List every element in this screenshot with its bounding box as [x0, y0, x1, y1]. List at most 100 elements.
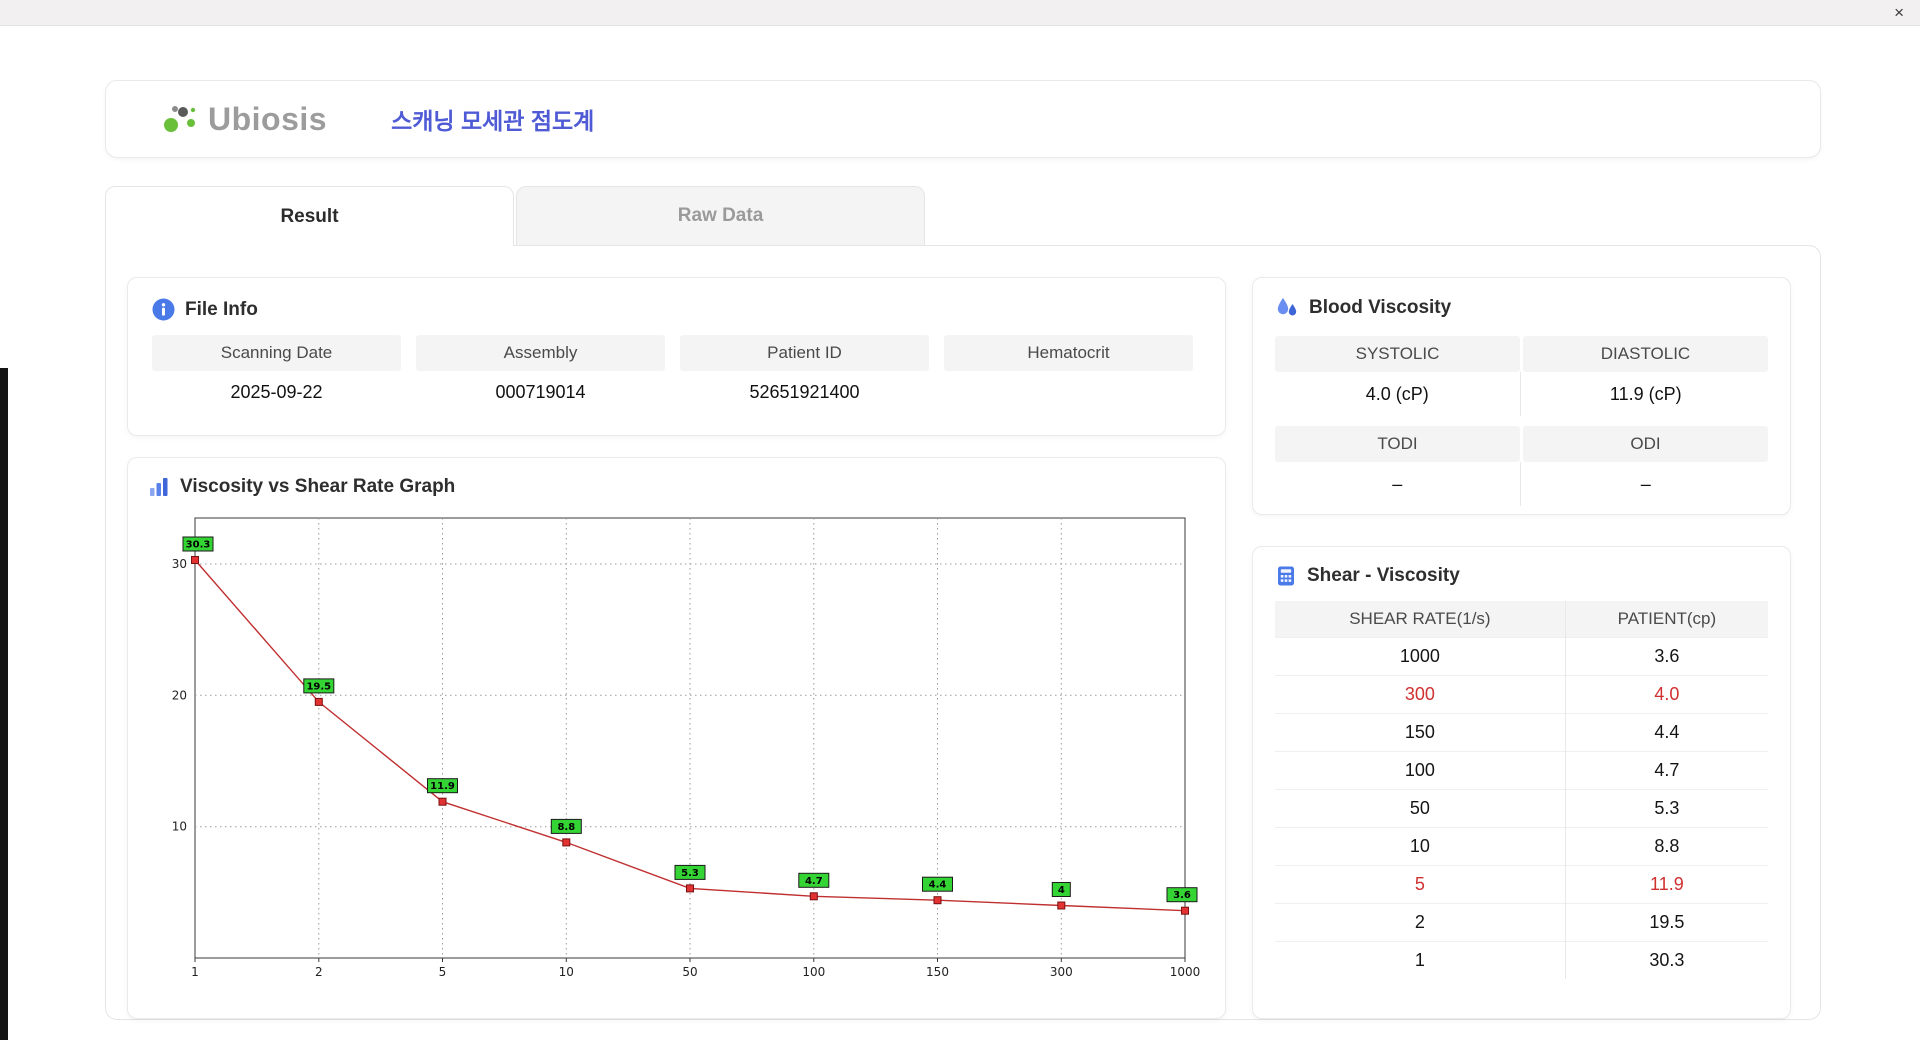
file-info-title-row: File Info	[152, 298, 1201, 321]
table-cell: 4.7	[1565, 750, 1768, 789]
svg-text:100: 100	[802, 965, 825, 979]
file-info-field: Patient ID 52651921400	[680, 335, 929, 413]
table-column-header: PATIENT(cp)	[1565, 601, 1768, 637]
bv-row-gap	[1275, 416, 1768, 426]
svg-text:5: 5	[439, 965, 447, 979]
table-row: 5 11.9	[1275, 864, 1768, 903]
bv-value: –	[1640, 473, 1651, 494]
field-label: Scanning Date	[152, 335, 401, 371]
calculator-icon	[1275, 565, 1297, 587]
field-value: 52651921400	[749, 381, 860, 402]
table-cell: 10	[1275, 826, 1566, 865]
app-window: Ubiosis 스캐닝 모세관 점도계 Result Raw Data File …	[8, 26, 1920, 1034]
window-titlebar: ×	[0, 0, 1920, 26]
table-cell: 4.4	[1565, 712, 1768, 751]
svg-text:3.6: 3.6	[1173, 890, 1191, 901]
droplets-icon	[1275, 296, 1299, 320]
desktop-background-strip	[0, 368, 8, 1040]
table-cell: 50	[1275, 788, 1566, 827]
tabs: Result Raw Data	[105, 186, 925, 246]
svg-text:10: 10	[172, 820, 187, 834]
bv-label-row: TODI ODI	[1275, 426, 1768, 462]
svg-text:30: 30	[172, 557, 187, 571]
table-row: 10 8.8	[1275, 826, 1768, 865]
bar-chart-icon	[148, 476, 170, 498]
table-cell: 19.5	[1565, 902, 1768, 941]
table-row: 1 30.3	[1275, 940, 1768, 979]
graph-title-row: Viscosity vs Shear Rate Graph	[148, 476, 1205, 498]
bv-label: SYSTOLIC	[1275, 336, 1520, 372]
app-title: 스캐닝 모세관 점도계	[391, 108, 595, 134]
svg-text:8.8: 8.8	[557, 822, 575, 833]
svg-text:11.9: 11.9	[430, 781, 455, 792]
field-value	[944, 371, 1193, 413]
shear-viscosity-title: Shear - Viscosity	[1307, 565, 1460, 586]
bv-label-row: SYSTOLIC DIASTOLIC	[1275, 336, 1768, 372]
file-info-field: Assembly 000719014	[416, 335, 665, 413]
graph-title: Viscosity vs Shear Rate Graph	[180, 476, 456, 497]
svg-text:50: 50	[682, 965, 697, 979]
header-card: Ubiosis 스캐닝 모세관 점도계	[105, 80, 1821, 158]
viscosity-chart: 10 20 30 1 2 5 10 50 100 150 300 1000 30.3 19.5 11.9 8.…	[148, 506, 1205, 1006]
info-icon	[152, 298, 175, 321]
table-row: 1000 3.6	[1275, 636, 1768, 675]
file-info-field: Scanning Date 2025-09-22	[152, 335, 401, 413]
tab-raw-data[interactable]: Raw Data	[516, 186, 925, 245]
table-cell: 2	[1275, 902, 1566, 941]
table-cell: 8.8	[1565, 826, 1768, 865]
svg-text:30.3: 30.3	[186, 540, 211, 551]
svg-text:5.3: 5.3	[681, 868, 699, 879]
table-cell: 1000	[1275, 636, 1566, 675]
shear-viscosity-table: SHEAR RATE(1/s) PATIENT(cp) 1000 3.6 300 4.0…	[1275, 601, 1768, 979]
table-row: 150 4.4	[1275, 712, 1768, 751]
table-cell: 5.3	[1565, 788, 1768, 827]
field-label: Patient ID	[680, 335, 929, 371]
table-row: 100 4.7	[1275, 750, 1768, 789]
file-info-card: File Info Scanning Date 2025-09-22 Assembl…	[127, 277, 1226, 436]
brand-name: Ubiosis	[208, 100, 328, 137]
svg-text:4.7: 4.7	[805, 876, 823, 887]
table-row: 2 19.5	[1275, 902, 1768, 941]
blood-viscosity-card: Blood Viscosity SYSTOLIC DIASTOLIC 4.0 (cP…	[1252, 277, 1791, 515]
bv-label: TODI	[1275, 426, 1520, 462]
svg-text:20: 20	[172, 688, 187, 702]
file-info-title: File Info	[185, 298, 258, 320]
field-label: Assembly	[416, 335, 665, 371]
table-cell: 1	[1275, 940, 1566, 979]
svg-text:2: 2	[315, 965, 323, 979]
table-cell: 100	[1275, 750, 1566, 789]
table-header-row: SHEAR RATE(1/s) PATIENT(cp)	[1275, 601, 1768, 637]
table-column-header: SHEAR RATE(1/s)	[1275, 601, 1566, 637]
file-info-fields: Scanning Date 2025-09-22 Assembly 000719014…	[152, 335, 1201, 413]
shear-viscosity-title-row: Shear - Viscosity	[1275, 565, 1768, 587]
field-value: 2025-09-22	[230, 381, 323, 402]
shear-viscosity-card: Shear - Viscosity SHEAR RATE(1/s) PATIENT…	[1252, 546, 1791, 1019]
file-info-field: Hematocrit	[944, 335, 1193, 413]
blood-viscosity-title: Blood Viscosity	[1309, 297, 1452, 318]
table-cell: 4.0	[1565, 674, 1768, 713]
table-cell: 30.3	[1565, 940, 1768, 979]
blood-viscosity-grid: SYSTOLIC DIASTOLIC 4.0 (cP) 11.9 (cP) TODI OD…	[1275, 336, 1768, 506]
svg-text:1: 1	[191, 965, 199, 979]
svg-text:300: 300	[1050, 965, 1073, 979]
table-row: 300 4.0	[1275, 674, 1768, 713]
result-panel: File Info Scanning Date 2025-09-22 Assembl…	[105, 245, 1821, 1020]
graph-card: Viscosity vs Shear Rate Graph 10 20 30 1 2 5 1…	[127, 457, 1226, 1019]
table-cell: 300	[1275, 674, 1566, 713]
bv-value: 11.9 (cP)	[1609, 383, 1682, 404]
blood-viscosity-title-row: Blood Viscosity	[1275, 296, 1768, 320]
svg-text:4.4: 4.4	[929, 880, 947, 891]
shear-table-body: 1000 3.6 300 4.0 150 4.4 100 4.7 50 5.3 10 8.8 5 11.9…	[1275, 636, 1768, 979]
table-cell: 150	[1275, 712, 1566, 751]
table-cell: 3.6	[1565, 636, 1768, 675]
bv-value-row: 4.0 (cP) 11.9 (cP)	[1275, 372, 1768, 416]
tab-result[interactable]: Result	[105, 186, 514, 246]
bv-value: 4.0 (cP)	[1275, 372, 1521, 416]
svg-text:1000: 1000	[1170, 965, 1201, 979]
table-cell: 5	[1275, 864, 1566, 903]
svg-text:10: 10	[559, 965, 574, 979]
close-icon[interactable]: ×	[1894, 4, 1904, 21]
bv-value-row: – –	[1275, 462, 1768, 506]
ubiosis-logo-icon	[158, 101, 200, 137]
bv-label: DIASTOLIC	[1523, 336, 1768, 372]
